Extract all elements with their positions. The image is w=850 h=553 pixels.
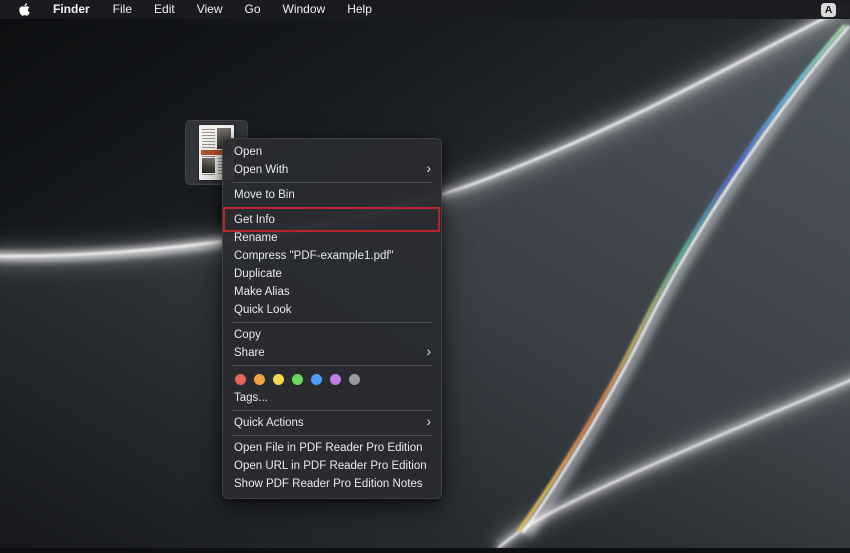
menu-item-quick-actions[interactable]: Quick Actions ›	[223, 414, 441, 432]
tag-dot-purple[interactable]	[330, 373, 341, 385]
thumb-photo-bottom	[202, 158, 215, 173]
tag-dot-yellow[interactable]	[273, 373, 284, 385]
chevron-right-icon: ›	[426, 414, 432, 430]
apple-icon[interactable]	[18, 2, 31, 17]
menu-item-quick-look[interactable]: Quick Look	[223, 301, 441, 319]
tag-dot-red[interactable]	[235, 373, 246, 385]
tag-dot-blue[interactable]	[311, 373, 322, 385]
menu-item-rename[interactable]: Rename	[223, 229, 441, 247]
tag-dot-orange[interactable]	[254, 373, 265, 385]
menu-item-make-alias[interactable]: Make Alias	[223, 283, 441, 301]
tag-color-row	[223, 369, 441, 389]
menu-separator	[232, 207, 432, 208]
menu-separator	[232, 322, 432, 323]
menubar-item-help[interactable]: Help	[336, 0, 383, 19]
menu-separator	[232, 182, 432, 183]
menu-item-open-url-pdf-reader[interactable]: Open URL in PDF Reader Pro Edition	[223, 457, 441, 475]
tag-dot-green[interactable]	[292, 373, 303, 385]
input-source-badge[interactable]: A	[821, 2, 836, 17]
menu-item-copy[interactable]: Copy	[223, 326, 441, 344]
context-menu: Open Open With › Move to Bin Get Info Re…	[222, 138, 442, 499]
menu-item-share[interactable]: Share ›	[223, 344, 441, 362]
menubar-item-file[interactable]: File	[102, 0, 143, 19]
menu-separator	[232, 365, 432, 366]
menubar-item-view[interactable]: View	[186, 0, 234, 19]
menu-item-get-info[interactable]: Get Info	[223, 211, 441, 229]
menubar-item-go[interactable]: Go	[234, 0, 272, 19]
menu-item-duplicate[interactable]: Duplicate	[223, 265, 441, 283]
chevron-right-icon: ›	[426, 161, 432, 177]
menu-bar: Finder File Edit View Go Window Help A	[0, 0, 850, 19]
menu-item-open-file-pdf-reader[interactable]: Open File in PDF Reader Pro Edition	[223, 439, 441, 457]
menu-item-open[interactable]: Open	[223, 143, 441, 161]
chevron-right-icon: ›	[426, 344, 432, 360]
tag-dot-gray[interactable]	[349, 373, 360, 385]
menu-separator	[232, 410, 432, 411]
menubar-app-finder[interactable]: Finder	[41, 0, 102, 19]
menu-item-tags[interactable]: Tags...	[223, 389, 441, 407]
menu-item-show-pdf-reader-notes[interactable]: Show PDF Reader Pro Edition Notes	[223, 475, 441, 493]
menubar-item-window[interactable]: Window	[272, 0, 337, 19]
menu-separator	[232, 435, 432, 436]
menu-item-open-with[interactable]: Open With ›	[223, 161, 441, 179]
menubar-item-edit[interactable]: Edit	[143, 0, 186, 19]
menu-item-compress[interactable]: Compress "PDF-example1.pdf"	[223, 247, 441, 265]
menu-item-move-to-bin[interactable]: Move to Bin	[223, 186, 441, 204]
